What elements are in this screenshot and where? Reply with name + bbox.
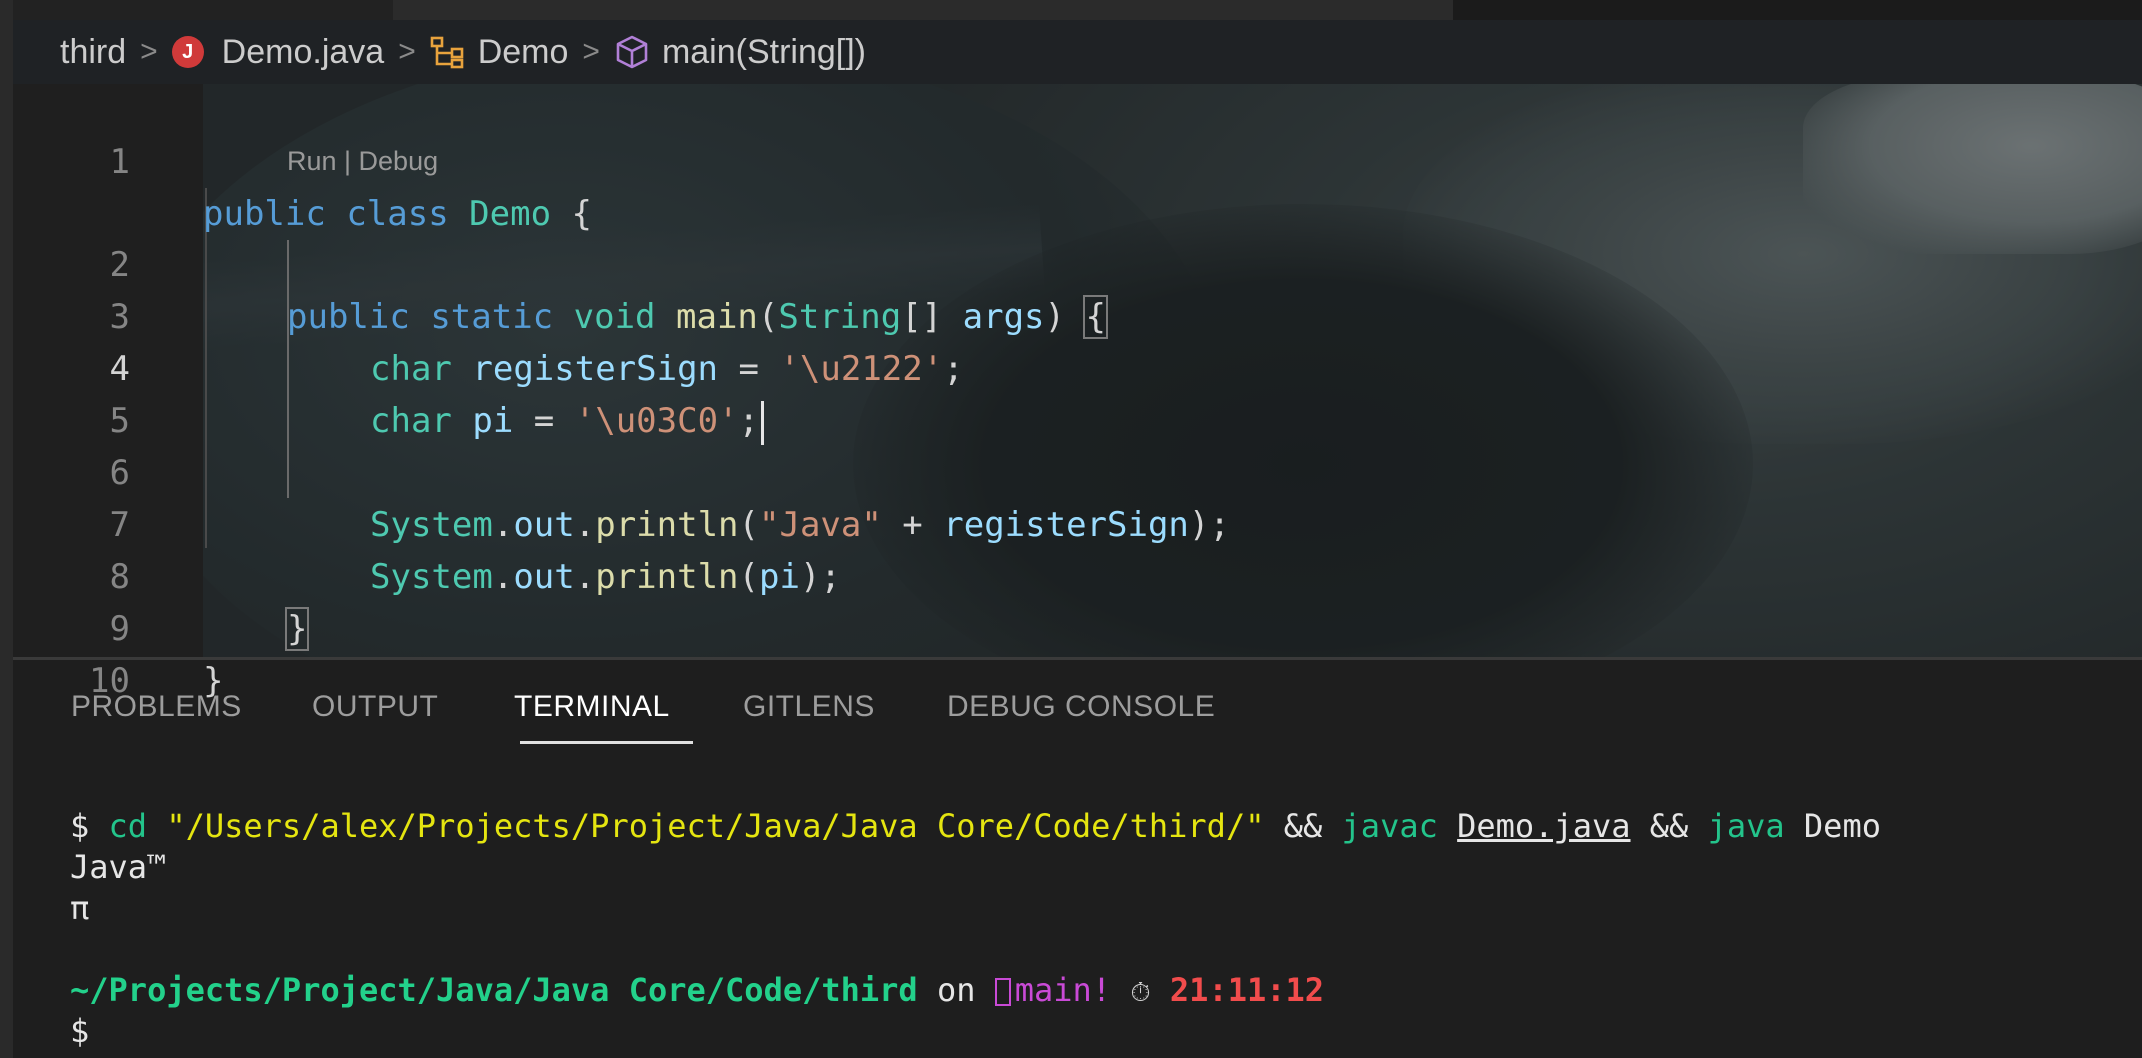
code-line[interactable]: 7 System.out.println(pi); (0, 447, 2142, 597)
prompt-time: 21:11:12 (1169, 971, 1325, 1009)
class-icon (430, 36, 464, 69)
terminal-prompt[interactable]: $ (70, 1010, 89, 1052)
code-line[interactable]: 8 } (0, 499, 2142, 651)
breadcrumb-item-file[interactable]: Demo.java (222, 33, 385, 72)
command-arg: Demo (1803, 807, 1881, 845)
tab-bar (13, 0, 2142, 20)
code-line[interactable]: 9 } (0, 551, 2142, 701)
git-branch-icon (994, 978, 1011, 1006)
panel-tab-bar: PROBLEMS OUTPUT TERMINAL GITLENS DEBUG C… (13, 680, 2142, 746)
file-link[interactable]: Demo.java (1457, 807, 1630, 845)
tab-output[interactable]: OUTPUT (312, 690, 438, 724)
prompt: $ (70, 807, 90, 845)
prompt-text: on (936, 971, 976, 1009)
operator: && (1649, 807, 1689, 845)
line-number: 1 (109, 142, 130, 182)
active-tab-indicator (520, 741, 693, 744)
code-line[interactable]: 3 char registerSign = '\u2122'; (0, 239, 2142, 389)
breadcrumb-item-class[interactable]: Demo (478, 33, 569, 72)
tab-bar-segment (13, 0, 393, 20)
terminal-line: ~/Projects/Project/Java/Java Core/Code/t… (70, 969, 1324, 1011)
terminal-output: Java™ (70, 848, 167, 886)
command: javac (1341, 807, 1438, 845)
code-line[interactable]: 5 (0, 343, 2142, 441)
panel-divider[interactable] (13, 657, 2142, 660)
command: cd (108, 807, 148, 845)
command: java (1707, 807, 1785, 845)
tab-debug-console[interactable]: DEBUG CONSOLE (947, 690, 1215, 724)
terminal-output: π (70, 889, 90, 927)
java-file-icon: J (171, 36, 204, 68)
prompt-path: ~/Projects/Project/Java/Java Core/Code/t… (70, 971, 918, 1009)
git-branch: main! (1014, 971, 1112, 1009)
tab-bar-segment (393, 0, 1453, 20)
codelens-run-debug[interactable]: Run | Debug (287, 146, 438, 177)
clock-icon: ⏱ (1130, 978, 1151, 1008)
chevron-right-icon: > (398, 35, 416, 68)
breadcrumb-item-method[interactable]: main(String[]) (662, 33, 866, 72)
tab-terminal[interactable]: TERMINAL (514, 690, 670, 724)
breadcrumb-item-folder[interactable]: third (60, 33, 126, 72)
terminal-line: $ cd "/Users/alex/Projects/Project/Java/… (70, 805, 1881, 847)
terminal[interactable]: $ cd "/Users/alex/Projects/Project/Java/… (70, 800, 1881, 1050)
chevron-right-icon: > (582, 35, 600, 68)
code-line[interactable]: 6 System.out.println("Java" + registerSi… (0, 395, 2142, 545)
tab-gitlens[interactable]: GITLENS (743, 690, 875, 724)
chevron-right-icon: > (140, 35, 158, 68)
tab-problems[interactable]: PROBLEMS (71, 690, 242, 724)
code-line[interactable]: 2 public static void main(String[] args)… (0, 187, 2142, 339)
command-arg: "/Users/alex/Projects/Project/Java/Java … (166, 807, 1265, 845)
code-line-active[interactable]: 4 char pi = '\u03C0'; (0, 291, 2142, 445)
operator: && (1283, 807, 1323, 845)
code-line[interactable]: 1 public class Demo { (0, 84, 2142, 234)
method-icon (616, 35, 648, 69)
breadcrumb: third > J Demo.java > Demo > main(String… (60, 30, 866, 74)
code-line[interactable]: 10 (0, 603, 2142, 701)
